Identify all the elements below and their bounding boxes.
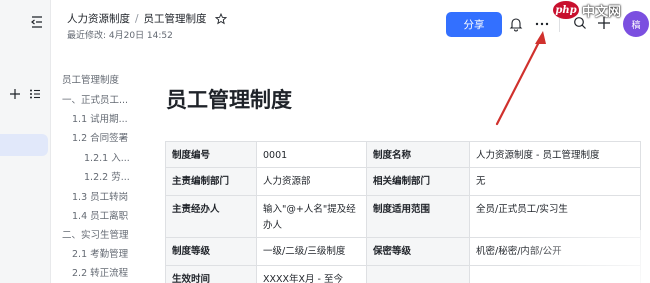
table-cell[interactable]: 人力资源部 xyxy=(256,167,367,196)
collapse-sidebar-icon[interactable] xyxy=(29,14,45,30)
breadcrumb-parent[interactable]: 人力资源制度 xyxy=(67,11,130,26)
table-cell[interactable] xyxy=(366,265,470,283)
breadcrumb-current: 员工管理制度 xyxy=(143,13,207,25)
table-cell[interactable]: 输入"@+人名"提及经办人 xyxy=(256,195,367,238)
table-row: 主责编制部门 人力资源部 相关编制部门 无 xyxy=(165,167,641,196)
watermark-logo: php xyxy=(553,1,579,19)
more-icon[interactable] xyxy=(534,16,550,32)
bell-icon[interactable] xyxy=(508,16,524,32)
table-cell[interactable]: 制度名称 xyxy=(366,141,470,168)
table-cell[interactable]: XXXX年X月 - 至今 xyxy=(256,265,367,283)
breadcrumb: 人力资源制度 / 员工管理制度 xyxy=(67,11,227,26)
toc-item[interactable]: 二、实习生管理 xyxy=(62,227,129,241)
add-icon[interactable] xyxy=(9,88,21,100)
header-divider xyxy=(559,18,560,32)
breadcrumb-separator: / xyxy=(135,12,139,25)
table-cell[interactable]: 制度等级 xyxy=(165,237,257,266)
table-cell[interactable]: 制度编号 xyxy=(165,141,257,168)
bottom-fade xyxy=(520,230,650,283)
table-cell[interactable]: 主责编制部门 xyxy=(165,167,257,196)
toc-item[interactable]: 2.1 考勤管理 xyxy=(72,246,128,260)
toc-item[interactable]: 1.2.2 劳... xyxy=(84,169,130,183)
list-icon[interactable] xyxy=(29,88,41,100)
table-row: 制度编号 0001 制度名称 人力资源制度 - 员工管理制度 xyxy=(165,141,641,168)
star-icon[interactable] xyxy=(214,12,227,25)
table-cell[interactable]: 人力资源制度 - 员工管理制度 xyxy=(469,141,641,168)
left-sidebar xyxy=(0,0,51,283)
table-cell[interactable]: 生效时间 xyxy=(165,265,257,283)
toc-item[interactable]: 2.2 转正流程 xyxy=(72,265,128,279)
toc-item[interactable]: 1.2 合同签署 xyxy=(72,130,128,144)
table-cell[interactable]: 一级/二级/三级制度 xyxy=(256,237,367,266)
toc-item[interactable]: 一、正式员工... xyxy=(62,92,130,106)
page-title: 员工管理制度 xyxy=(166,88,292,112)
toc-item[interactable]: 1.1 试用期... xyxy=(72,111,130,125)
table-cell[interactable]: 无 xyxy=(469,167,641,196)
toc-item[interactable]: 1.4 员工离职 xyxy=(72,208,128,222)
toc-item[interactable]: 员工管理制度 xyxy=(62,72,119,86)
table-cell[interactable]: 保密等级 xyxy=(366,237,470,266)
watermark-text: 中文网 xyxy=(582,4,622,20)
share-button[interactable]: 分享 xyxy=(446,12,502,37)
table-cell[interactable]: 主责经办人 xyxy=(165,195,257,238)
sidebar-active-item[interactable] xyxy=(0,134,48,156)
site-watermark: php 中文网 xyxy=(553,0,650,20)
toc-item[interactable]: 1.2.1 入... xyxy=(84,150,130,164)
toc-item[interactable]: 1.3 员工转岗 xyxy=(72,189,128,203)
table-cell[interactable]: 0001 xyxy=(256,141,367,168)
table-cell[interactable]: 制度适用范围 xyxy=(366,195,470,238)
table-cell[interactable]: 相关编制部门 xyxy=(366,167,470,196)
last-modified: 最近修改: 4月20日 14:52 xyxy=(67,31,173,41)
